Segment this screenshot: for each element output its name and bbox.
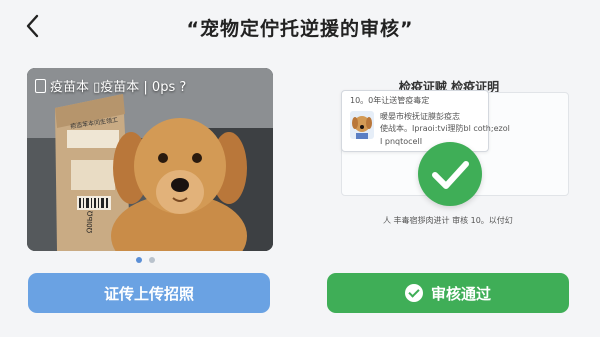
carousel-indicator[interactable]	[136, 257, 155, 263]
dog-avatar-icon	[352, 116, 372, 139]
upload-photo-button[interactable]: 证传上传招照	[28, 273, 270, 313]
pet-avatar	[350, 111, 374, 139]
checkmark-icon	[432, 161, 469, 189]
certificate-line: I pnqtocelI	[380, 137, 423, 146]
check-circle-icon	[404, 284, 423, 302]
approved-check-icon	[418, 142, 482, 206]
certificate-panel: 检疫证贼 检疫证明 10。0年让送管疫毒定 暖晏市桉抚证膜彭疫志 使战本。Ipr…	[325, 70, 573, 250]
upload-photo-label: 证传上传招照	[103, 284, 194, 303]
box-code: Ω0ΙЬΩ	[85, 210, 95, 234]
certificate-line: 使战本。Ipraoi:tvi理防bl coth;ezol	[380, 124, 510, 133]
document-icon	[35, 78, 46, 93]
carousel-dot[interactable]	[136, 257, 142, 263]
certificate-line: 暖晏市桉抚证膜彭疫志	[380, 112, 460, 121]
photo-caption-text: 疫苗本 ▯疫苗本 | 0ps ?	[50, 80, 187, 95]
certificate-line: 10。0年让送管疫毒定	[350, 96, 430, 105]
carousel-dot[interactable]	[149, 257, 155, 263]
pet-photo-card[interactable]: 疫苗本 ▯疫苗本 | 0ps ? 疤造苯本问生领工 Ω0ΙЬΩ	[27, 68, 273, 251]
photo-caption: 疫苗本 ▯疫苗本 | 0ps ?	[35, 76, 186, 95]
review-approved-button[interactable]: 审核通过	[327, 273, 569, 313]
review-approved-label: 审核通过	[430, 284, 491, 303]
page-title: “宠物定佇托逆援的审核”	[186, 18, 414, 40]
certificate-footnote: 人 丰毒宿拶肉进计 审核 10。以付幻	[383, 216, 513, 225]
pet-photo	[27, 68, 273, 251]
